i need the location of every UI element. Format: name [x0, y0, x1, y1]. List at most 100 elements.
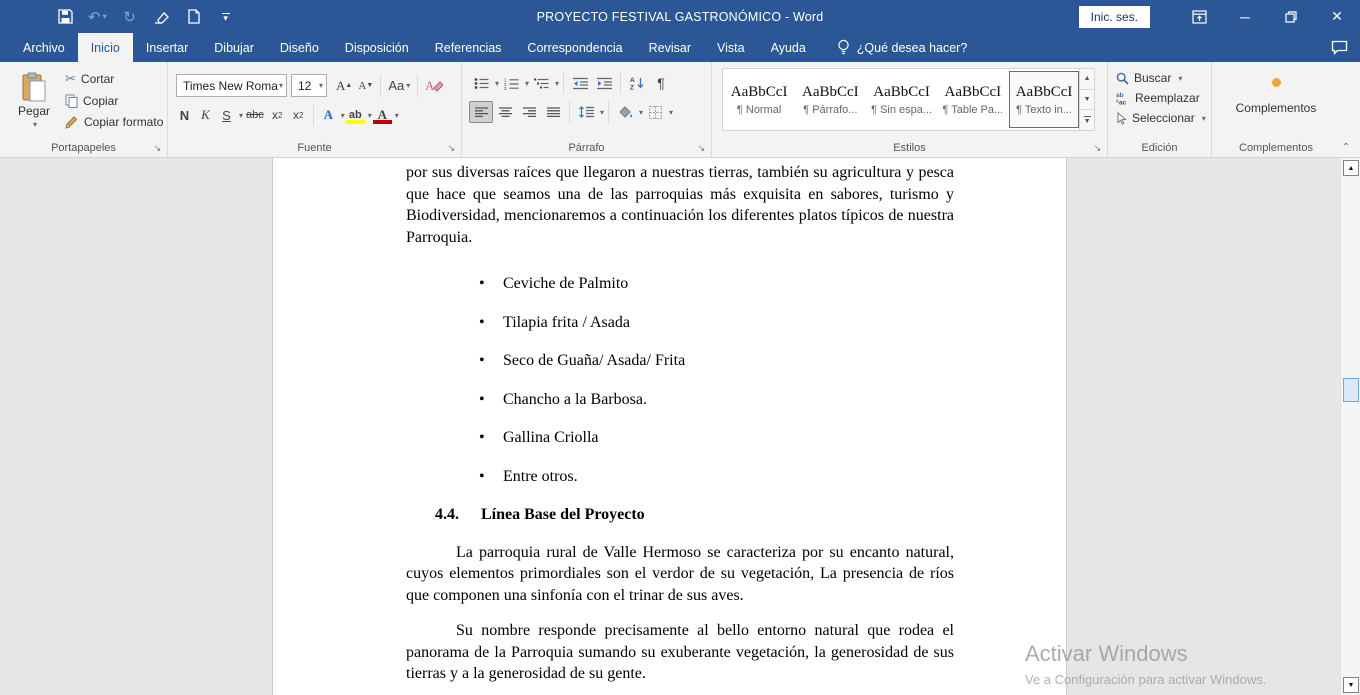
- document-area: por sus diversas raíces que llegaron a n…: [0, 158, 1360, 695]
- styles-more-icon[interactable]: ▼: [1080, 110, 1094, 130]
- increase-indent-button[interactable]: [592, 72, 616, 94]
- borders-dropdown-icon[interactable]: ▾: [669, 108, 673, 117]
- tab-vista[interactable]: Vista: [704, 33, 758, 62]
- text-effects-button[interactable]: A: [318, 104, 339, 126]
- document-text: por sus diversas raíces que llegaron a n…: [273, 158, 1066, 695]
- sign-in-button[interactable]: Inic. ses.: [1079, 6, 1150, 28]
- undo-icon[interactable]: ↶▾: [88, 6, 107, 28]
- shading-button[interactable]: [613, 101, 637, 123]
- addins-button[interactable]: Complementos: [1212, 78, 1340, 115]
- parrafo-dialog-launcher-icon[interactable]: ↘: [696, 143, 707, 154]
- tab-dibujar[interactable]: Dibujar: [201, 33, 267, 62]
- replace-icon: abac: [1116, 91, 1130, 105]
- restore-button[interactable]: [1268, 0, 1314, 33]
- scroll-down-icon[interactable]: ▼: [1343, 677, 1359, 693]
- bullets-button[interactable]: [469, 72, 493, 94]
- ribbon: Pegar ▾ ✂ Cortar Copiar Copiar formato P…: [0, 62, 1360, 158]
- style-parrafo[interactable]: AaBbCcI ¶ Párrafo...: [795, 71, 865, 128]
- scroll-up-icon[interactable]: ▲: [1343, 160, 1359, 176]
- tab-diseno[interactable]: Diseño: [267, 33, 332, 62]
- line-spacing-dropdown-icon[interactable]: ▾: [600, 108, 604, 117]
- tab-referencias[interactable]: Referencias: [422, 33, 515, 62]
- align-left-button[interactable]: [469, 101, 493, 123]
- format-painter-button[interactable]: Copiar formato: [62, 114, 166, 130]
- styles-gallery: AaBbCcI ¶ Normal AaBbCcI ¶ Párrafo... Aa…: [722, 68, 1095, 131]
- clear-formatting-button[interactable]: A: [422, 75, 446, 97]
- show-marks-button[interactable]: ¶: [649, 72, 673, 94]
- save-icon[interactable]: [56, 6, 74, 28]
- minimize-button[interactable]: ─: [1222, 0, 1268, 33]
- style-normal[interactable]: AaBbCcI ¶ Normal: [724, 71, 794, 128]
- highlight-color-button[interactable]: ab: [345, 104, 366, 126]
- tab-disposicion[interactable]: Disposición: [332, 33, 422, 62]
- decrease-indent-icon: [573, 77, 588, 90]
- tab-archivo[interactable]: Archivo: [10, 33, 78, 62]
- addin-dot-icon: [1272, 78, 1281, 87]
- ribbon-display-options-icon[interactable]: [1176, 0, 1222, 33]
- multilevel-dropdown-icon[interactable]: ▾: [555, 79, 559, 88]
- multilevel-list-button[interactable]: [529, 72, 553, 94]
- styles-scroll-down-icon[interactable]: ▼: [1080, 90, 1094, 111]
- italic-button[interactable]: K: [195, 104, 216, 126]
- tab-correspondencia[interactable]: Correspondencia: [514, 33, 635, 62]
- sort-button[interactable]: AZ: [625, 72, 649, 94]
- shrink-font-button[interactable]: A▼: [355, 75, 376, 97]
- strikethrough-button[interactable]: abc: [243, 104, 267, 126]
- select-button[interactable]: Seleccionar ▾: [1116, 111, 1211, 125]
- vertical-scrollbar[interactable]: ▲ ▼: [1340, 158, 1360, 695]
- borders-button[interactable]: [643, 101, 667, 123]
- numbering-button[interactable]: 123: [499, 72, 523, 94]
- collapse-ribbon-icon[interactable]: ⌃: [1338, 142, 1354, 153]
- style-sin-espaciado[interactable]: AaBbCcI ¶ Sin espa...: [866, 71, 936, 128]
- customize-qat-icon[interactable]: ▾: [217, 6, 235, 28]
- styles-scroll-up-icon[interactable]: ▲: [1080, 69, 1094, 90]
- document-page[interactable]: por sus diversas raíces que llegaron a n…: [272, 158, 1067, 695]
- change-case-button[interactable]: Aa▾: [385, 75, 413, 97]
- subscript-button[interactable]: x2: [267, 104, 288, 126]
- feedback-icon[interactable]: [1331, 40, 1348, 55]
- font-size-select[interactable]: 12▾: [291, 74, 327, 97]
- font-name-select[interactable]: Times New Roma▾: [176, 74, 287, 97]
- paste-dropdown-icon[interactable]: ▾: [33, 120, 37, 129]
- scrollbar-thumb[interactable]: [1343, 378, 1359, 402]
- portapapeles-dialog-launcher-icon[interactable]: ↘: [152, 143, 163, 154]
- new-document-icon[interactable]: [185, 6, 203, 28]
- tab-revisar[interactable]: Revisar: [636, 33, 704, 62]
- style-texto-independiente[interactable]: AaBbCcI ¶ Texto in...: [1009, 71, 1079, 128]
- style-table-paragraph[interactable]: AaBbCcI ¶ Table Pa...: [938, 71, 1008, 128]
- font-color-dropdown-icon[interactable]: ▾: [395, 111, 399, 120]
- redo-icon[interactable]: ↻: [121, 6, 139, 28]
- numbered-list-icon: 123: [504, 77, 519, 90]
- font-color-button[interactable]: A: [372, 104, 393, 126]
- svg-text:ac: ac: [1119, 100, 1127, 106]
- eraser-icon[interactable]: [153, 6, 171, 28]
- tell-me-box[interactable]: ¿Qué desea hacer?: [837, 33, 968, 62]
- copy-button[interactable]: Copiar: [62, 93, 166, 109]
- clear-format-icon: A: [425, 78, 443, 93]
- underline-button[interactable]: S: [216, 104, 237, 126]
- align-right-button[interactable]: [517, 101, 541, 123]
- line-spacing-button[interactable]: [574, 101, 598, 123]
- decrease-indent-button[interactable]: [568, 72, 592, 94]
- select-dropdown-icon[interactable]: ▾: [1202, 114, 1206, 123]
- bold-button[interactable]: N: [174, 104, 195, 126]
- tab-inicio[interactable]: Inicio: [78, 33, 133, 62]
- svg-text:A: A: [425, 78, 435, 93]
- align-center-button[interactable]: [493, 101, 517, 123]
- svg-text:Z: Z: [630, 85, 634, 91]
- superscript-button[interactable]: x2: [288, 104, 309, 126]
- grow-font-button[interactable]: A▲: [333, 75, 355, 97]
- tab-insertar[interactable]: Insertar: [133, 33, 201, 62]
- find-button[interactable]: Buscar ▾: [1116, 71, 1211, 85]
- replace-button[interactable]: abac Reemplazar: [1116, 91, 1211, 105]
- find-dropdown-icon[interactable]: ▾: [1178, 74, 1182, 83]
- cut-button[interactable]: ✂ Cortar: [62, 70, 166, 88]
- justify-button[interactable]: [541, 101, 565, 123]
- fuente-dialog-launcher-icon[interactable]: ↘: [446, 143, 457, 154]
- estilos-dialog-launcher-icon[interactable]: ↘: [1092, 143, 1103, 154]
- align-right-icon: [523, 107, 536, 118]
- justify-icon: [547, 107, 560, 118]
- paste-button[interactable]: Pegar ▾: [8, 66, 60, 141]
- tab-ayuda[interactable]: Ayuda: [758, 33, 819, 62]
- close-button[interactable]: ✕: [1314, 0, 1360, 33]
